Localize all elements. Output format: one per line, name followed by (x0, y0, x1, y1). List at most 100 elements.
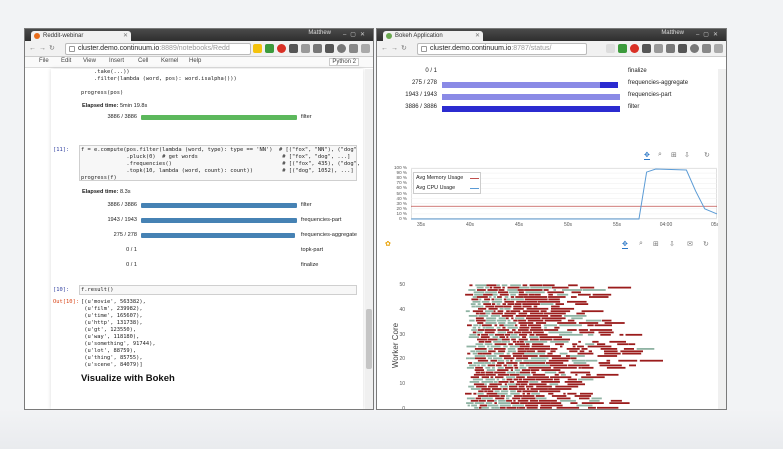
task-rect (550, 350, 556, 353)
task-rect (548, 359, 569, 362)
extension-grid-icon[interactable] (702, 44, 711, 53)
menu-edit[interactable]: Edit (61, 58, 71, 64)
extension-circle-icon[interactable] (690, 44, 699, 53)
task-rect (578, 340, 581, 343)
task-rect (491, 388, 502, 390)
task-rect (479, 298, 482, 301)
page-scrollbar[interactable] (718, 69, 726, 409)
code-cell-10[interactable] (79, 285, 357, 295)
opera-icon[interactable] (277, 44, 286, 53)
nav-buttons[interactable]: ←→↻ (29, 44, 58, 52)
back-icon[interactable]: ← (381, 45, 391, 52)
extension-shield-icon[interactable] (678, 44, 687, 53)
opera-icon[interactable] (630, 44, 639, 53)
task-rect (481, 324, 492, 327)
task-rect (602, 319, 612, 322)
notebook-scrollbar[interactable] (365, 69, 373, 409)
task-rect (563, 392, 566, 395)
task-rect (551, 305, 560, 308)
extension-green-icon[interactable] (618, 44, 627, 53)
url-path: :8889/notebooks/Redd (159, 45, 230, 52)
scroll-thumb[interactable] (366, 309, 372, 369)
close-tab-icon[interactable]: ✕ (475, 31, 480, 41)
menu-cell[interactable]: Cell (138, 58, 148, 64)
extension-grid-icon[interactable] (349, 44, 358, 53)
extension-circle-icon[interactable] (337, 44, 346, 53)
task-rect (469, 319, 475, 322)
extension-gray-icon[interactable] (301, 44, 310, 53)
code-line: progress(f) (81, 175, 117, 181)
menu-insert[interactable]: Insert (109, 58, 124, 64)
task-rect (510, 296, 515, 298)
extension-gray-icon[interactable] (654, 44, 663, 53)
task-rect (524, 340, 548, 343)
task-rect (523, 409, 525, 410)
task-rect (619, 333, 624, 336)
task-rect (530, 388, 548, 390)
output-line: (u'gt', 123550), (81, 327, 137, 333)
task-rect (485, 310, 494, 313)
tab-reddit-webinar[interactable]: Reddit-webinar ✕ (31, 31, 131, 41)
star-icon[interactable] (606, 44, 615, 53)
menu-icon[interactable] (714, 44, 723, 53)
task-rect (555, 303, 564, 305)
tab-title: Bokeh Application (395, 33, 443, 39)
task-rect (487, 345, 490, 348)
window-controls[interactable]: –▢✕ (696, 31, 722, 38)
task-rect (490, 376, 494, 379)
notebook-browser-window: Reddit-webinar ✕ Matthew –▢✕ ←→↻ cluster… (24, 28, 374, 410)
task-rect (629, 364, 636, 367)
address-bar[interactable]: cluster.demo.continuum.io:8889/notebooks… (65, 43, 251, 55)
task-rect (555, 343, 564, 346)
reload-icon[interactable]: ↻ (401, 45, 410, 52)
task-rect (520, 373, 531, 376)
forward-icon[interactable]: → (39, 45, 49, 52)
task-rect (498, 381, 509, 383)
extension-box-icon[interactable] (313, 44, 322, 53)
menu-file[interactable]: File (39, 58, 49, 64)
task-rect (494, 348, 506, 350)
task-rect (488, 296, 492, 298)
nav-buttons[interactable]: ←→↻ (381, 44, 410, 52)
menu-view[interactable]: View (83, 58, 96, 64)
forward-icon[interactable]: → (391, 45, 401, 52)
close-tab-icon[interactable]: ✕ (123, 31, 128, 41)
reload-icon[interactable]: ↻ (49, 45, 58, 52)
task-rect (515, 383, 521, 386)
menu-help[interactable]: Help (189, 58, 201, 64)
address-bar[interactable]: cluster.demo.continuum.io:8787/status/ (417, 43, 587, 55)
task-rect (562, 289, 583, 291)
task-rect (498, 383, 502, 386)
task-rect (610, 399, 622, 402)
task-rect (513, 305, 522, 308)
task-rect (477, 289, 486, 291)
task-rect (544, 371, 557, 374)
progress-bar-filter (141, 115, 297, 120)
task-rect (592, 293, 612, 296)
extension-dark-icon[interactable] (642, 44, 651, 53)
window-controls[interactable]: –▢✕ (343, 31, 369, 38)
menu-kernel[interactable]: Kernel (161, 58, 178, 64)
extension-dark-icon[interactable] (289, 44, 298, 53)
task-rect (538, 399, 557, 402)
task-rect (506, 352, 510, 355)
task-rect (471, 329, 477, 331)
task-rect (509, 345, 520, 348)
task-rect (485, 378, 495, 381)
star-icon[interactable] (253, 44, 262, 53)
notebook-area: .take(...)) .filter(lambda (word, pos): … (25, 69, 373, 409)
tab-bokeh-application[interactable]: Bokeh Application ✕ (383, 31, 483, 41)
menu-icon[interactable] (361, 44, 370, 53)
task-rect (500, 385, 508, 388)
task-rect (568, 364, 590, 367)
task-rect (577, 352, 594, 355)
task-rect (478, 390, 484, 393)
task-rect (531, 345, 550, 348)
extension-shield-icon[interactable] (325, 44, 334, 53)
extension-box-icon[interactable] (666, 44, 675, 53)
task-rect (553, 378, 560, 381)
back-icon[interactable]: ← (29, 45, 39, 52)
extension-green-icon[interactable] (265, 44, 274, 53)
task-rect (549, 383, 559, 386)
task-rect (475, 350, 487, 353)
